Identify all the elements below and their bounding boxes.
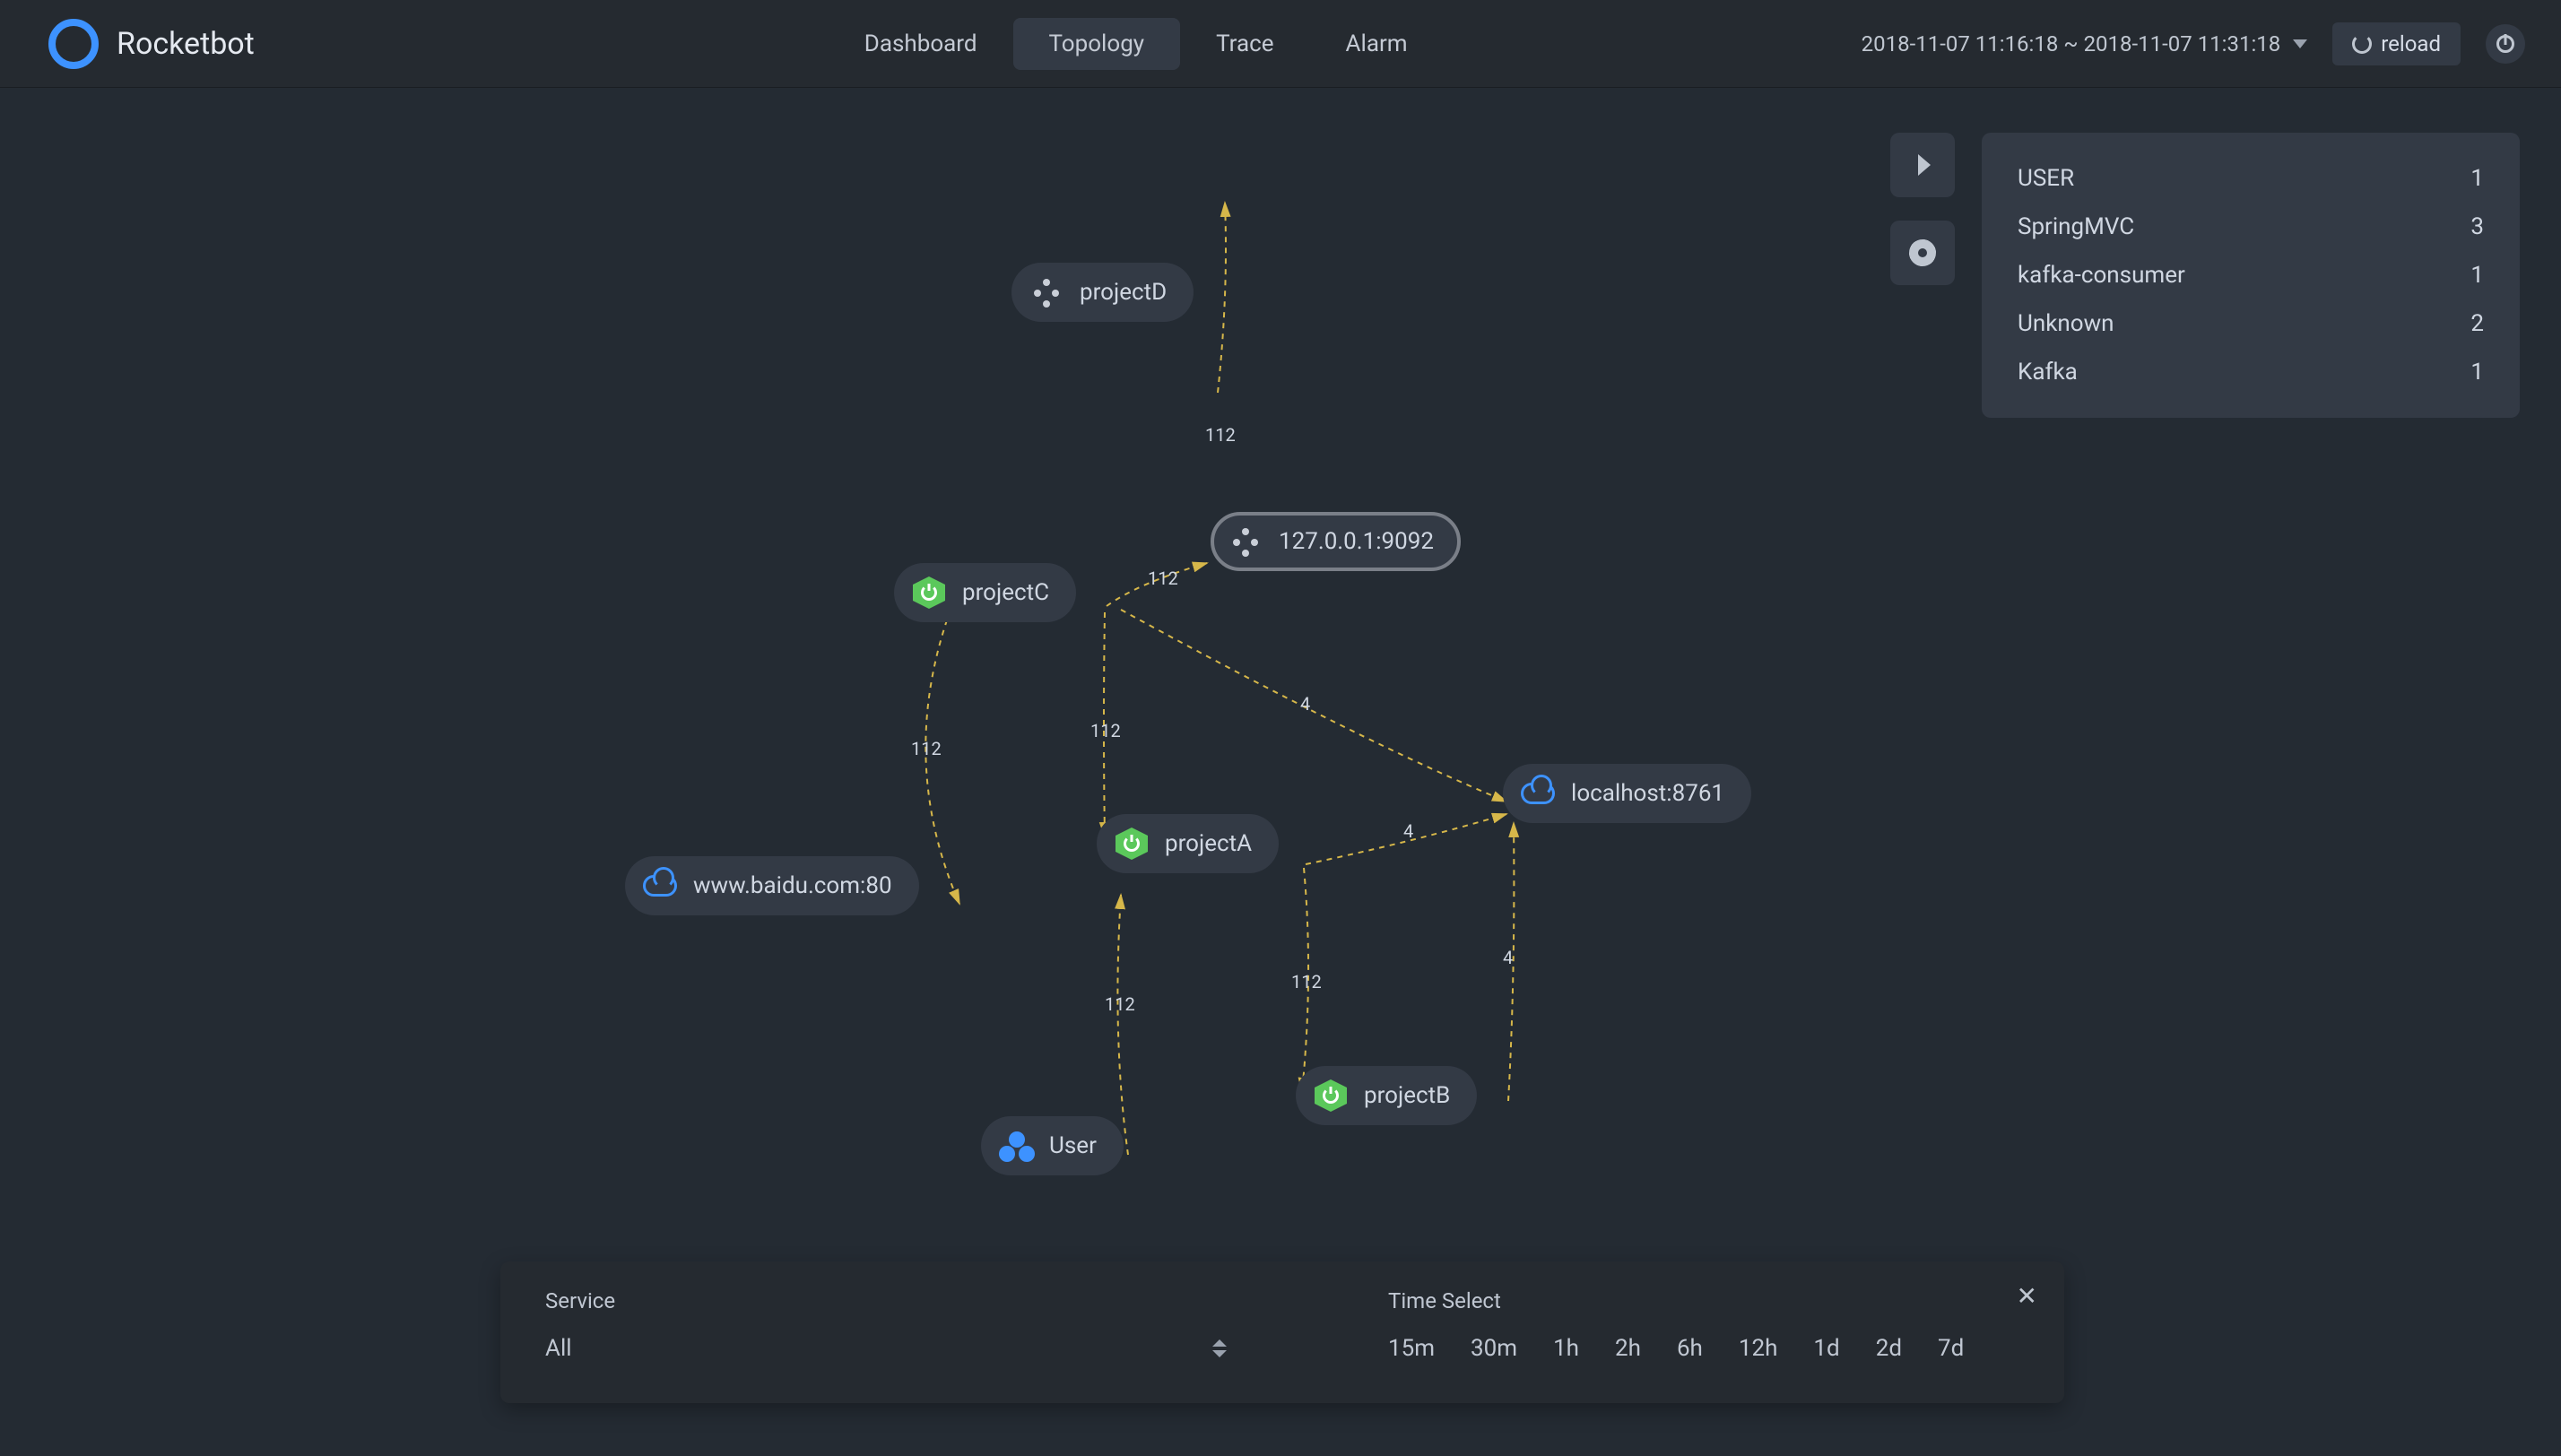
service-value: All bbox=[545, 1335, 572, 1362]
reload-icon bbox=[2352, 34, 2372, 54]
node-projectA[interactable]: projectA bbox=[1097, 814, 1279, 873]
logo: Rocketbot bbox=[48, 19, 255, 69]
service-icon bbox=[1115, 827, 1149, 861]
time-opt-15m[interactable]: 15m bbox=[1388, 1335, 1435, 1362]
node-label: localhost:8761 bbox=[1571, 780, 1724, 807]
users-icon bbox=[999, 1129, 1033, 1163]
edge-label: 112 bbox=[1105, 993, 1135, 1015]
power-icon bbox=[2496, 35, 2514, 53]
close-button[interactable]: ✕ bbox=[2017, 1281, 2037, 1311]
topology-edges bbox=[0, 88, 2561, 1451]
node-kafka[interactable]: 127.0.0.1:9092 bbox=[1211, 512, 1461, 571]
node-user[interactable]: User bbox=[981, 1116, 1124, 1175]
time-opt-12h[interactable]: 12h bbox=[1739, 1335, 1778, 1362]
timerange-text: 2018-11-07 11:16:18 ~ 2018-11-07 11:31:1… bbox=[1862, 31, 2281, 56]
app-name: Rocketbot bbox=[117, 26, 255, 62]
edge-label: 112 bbox=[1291, 971, 1322, 992]
cloud-icon bbox=[1521, 776, 1555, 810]
edge-label: 4 bbox=[1300, 693, 1310, 715]
time-opt-6h[interactable]: 6h bbox=[1677, 1335, 1703, 1362]
time-select-label: Time Select bbox=[1388, 1288, 2019, 1313]
nav-topology[interactable]: Topology bbox=[1013, 18, 1181, 70]
node-label: projectB bbox=[1364, 1082, 1450, 1109]
edge-label: 112 bbox=[1205, 424, 1236, 446]
chevron-down-icon bbox=[2293, 39, 2307, 48]
time-opt-1d[interactable]: 1d bbox=[1813, 1335, 1839, 1362]
reload-label: reload bbox=[2381, 31, 2441, 56]
node-projectB[interactable]: projectB bbox=[1296, 1066, 1477, 1125]
time-opt-7d[interactable]: 7d bbox=[1938, 1335, 1964, 1362]
nav-alarm[interactable]: Alarm bbox=[1310, 18, 1444, 70]
nav-dashboard[interactable]: Dashboard bbox=[829, 18, 1013, 70]
filter-bar: ✕ Service All Time Select 15m 30m 1h 2h … bbox=[500, 1261, 2064, 1403]
header-right: 2018-11-07 11:16:18 ~ 2018-11-07 11:31:1… bbox=[1862, 22, 2525, 65]
edge-label: 112 bbox=[1148, 568, 1178, 589]
time-opt-30m[interactable]: 30m bbox=[1471, 1335, 1517, 1362]
reload-button[interactable]: reload bbox=[2332, 22, 2461, 65]
timerange-picker[interactable]: 2018-11-07 11:16:18 ~ 2018-11-07 11:31:1… bbox=[1862, 31, 2308, 56]
node-projectC[interactable]: projectC bbox=[894, 563, 1076, 622]
time-opt-2h[interactable]: 2h bbox=[1615, 1335, 1641, 1362]
cloud-icon bbox=[643, 869, 677, 903]
edge-label: 112 bbox=[1090, 720, 1121, 741]
main-nav: Dashboard Topology Trace Alarm bbox=[829, 18, 1444, 70]
logo-icon bbox=[48, 19, 99, 69]
edge-label: 4 bbox=[1503, 947, 1513, 968]
time-select: Time Select 15m 30m 1h 2h 6h 12h 1d 2d 7… bbox=[1388, 1288, 2019, 1362]
sort-icon bbox=[1212, 1339, 1227, 1357]
tree-icon bbox=[1029, 275, 1063, 309]
service-icon bbox=[1314, 1079, 1348, 1113]
tree-icon bbox=[1228, 524, 1263, 559]
topology-canvas[interactable]: 112 112 112 112 112 112 4 4 4 projectD 1… bbox=[0, 88, 2561, 1456]
node-label: projectC bbox=[962, 579, 1049, 606]
time-select-options: 15m 30m 1h 2h 6h 12h 1d 2d 7d bbox=[1388, 1335, 2019, 1362]
nav-trace[interactable]: Trace bbox=[1180, 18, 1309, 70]
service-icon bbox=[912, 576, 946, 610]
node-label: www.baidu.com:80 bbox=[693, 872, 892, 899]
node-baidu[interactable]: www.baidu.com:80 bbox=[625, 856, 919, 915]
app-header: Rocketbot Dashboard Topology Trace Alarm… bbox=[0, 0, 2561, 88]
node-label: projectA bbox=[1165, 830, 1252, 857]
node-projectD[interactable]: projectD bbox=[1011, 263, 1194, 322]
time-opt-1h[interactable]: 1h bbox=[1553, 1335, 1579, 1362]
node-label: User bbox=[1049, 1132, 1097, 1159]
node-label: projectD bbox=[1080, 279, 1167, 306]
node-localhost[interactable]: localhost:8761 bbox=[1503, 764, 1751, 823]
service-label: Service bbox=[545, 1288, 1227, 1313]
node-label: 127.0.0.1:9092 bbox=[1279, 528, 1434, 555]
power-button[interactable] bbox=[2486, 24, 2525, 64]
edge-label: 4 bbox=[1403, 820, 1413, 842]
service-select[interactable]: All bbox=[545, 1335, 1227, 1362]
service-filter: Service All bbox=[545, 1288, 1227, 1362]
edge-label: 112 bbox=[911, 738, 942, 759]
time-opt-2d[interactable]: 2d bbox=[1876, 1335, 1902, 1362]
